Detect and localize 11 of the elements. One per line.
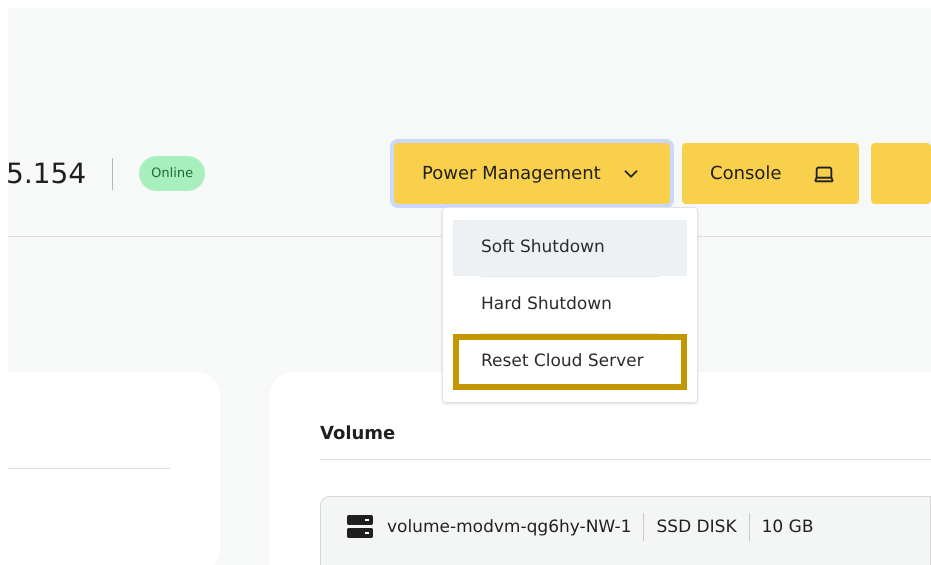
volume-size: 10 GB [762,516,814,539]
volume-type: SSD DISK [656,516,737,539]
power-management-button[interactable]: Power Management [394,143,670,204]
action-button[interactable] [871,143,931,204]
server-icon [347,515,373,539]
card-title: Volume [320,420,931,460]
volume-name: volume-modvm-qg6hy-NW-1 [387,516,632,539]
menu-item[interactable]: Soft Shutdown [453,220,687,276]
server-address: 5.154 [6,156,86,192]
status-badge: Online [139,156,206,192]
console-button[interactable]: Console [682,143,859,204]
